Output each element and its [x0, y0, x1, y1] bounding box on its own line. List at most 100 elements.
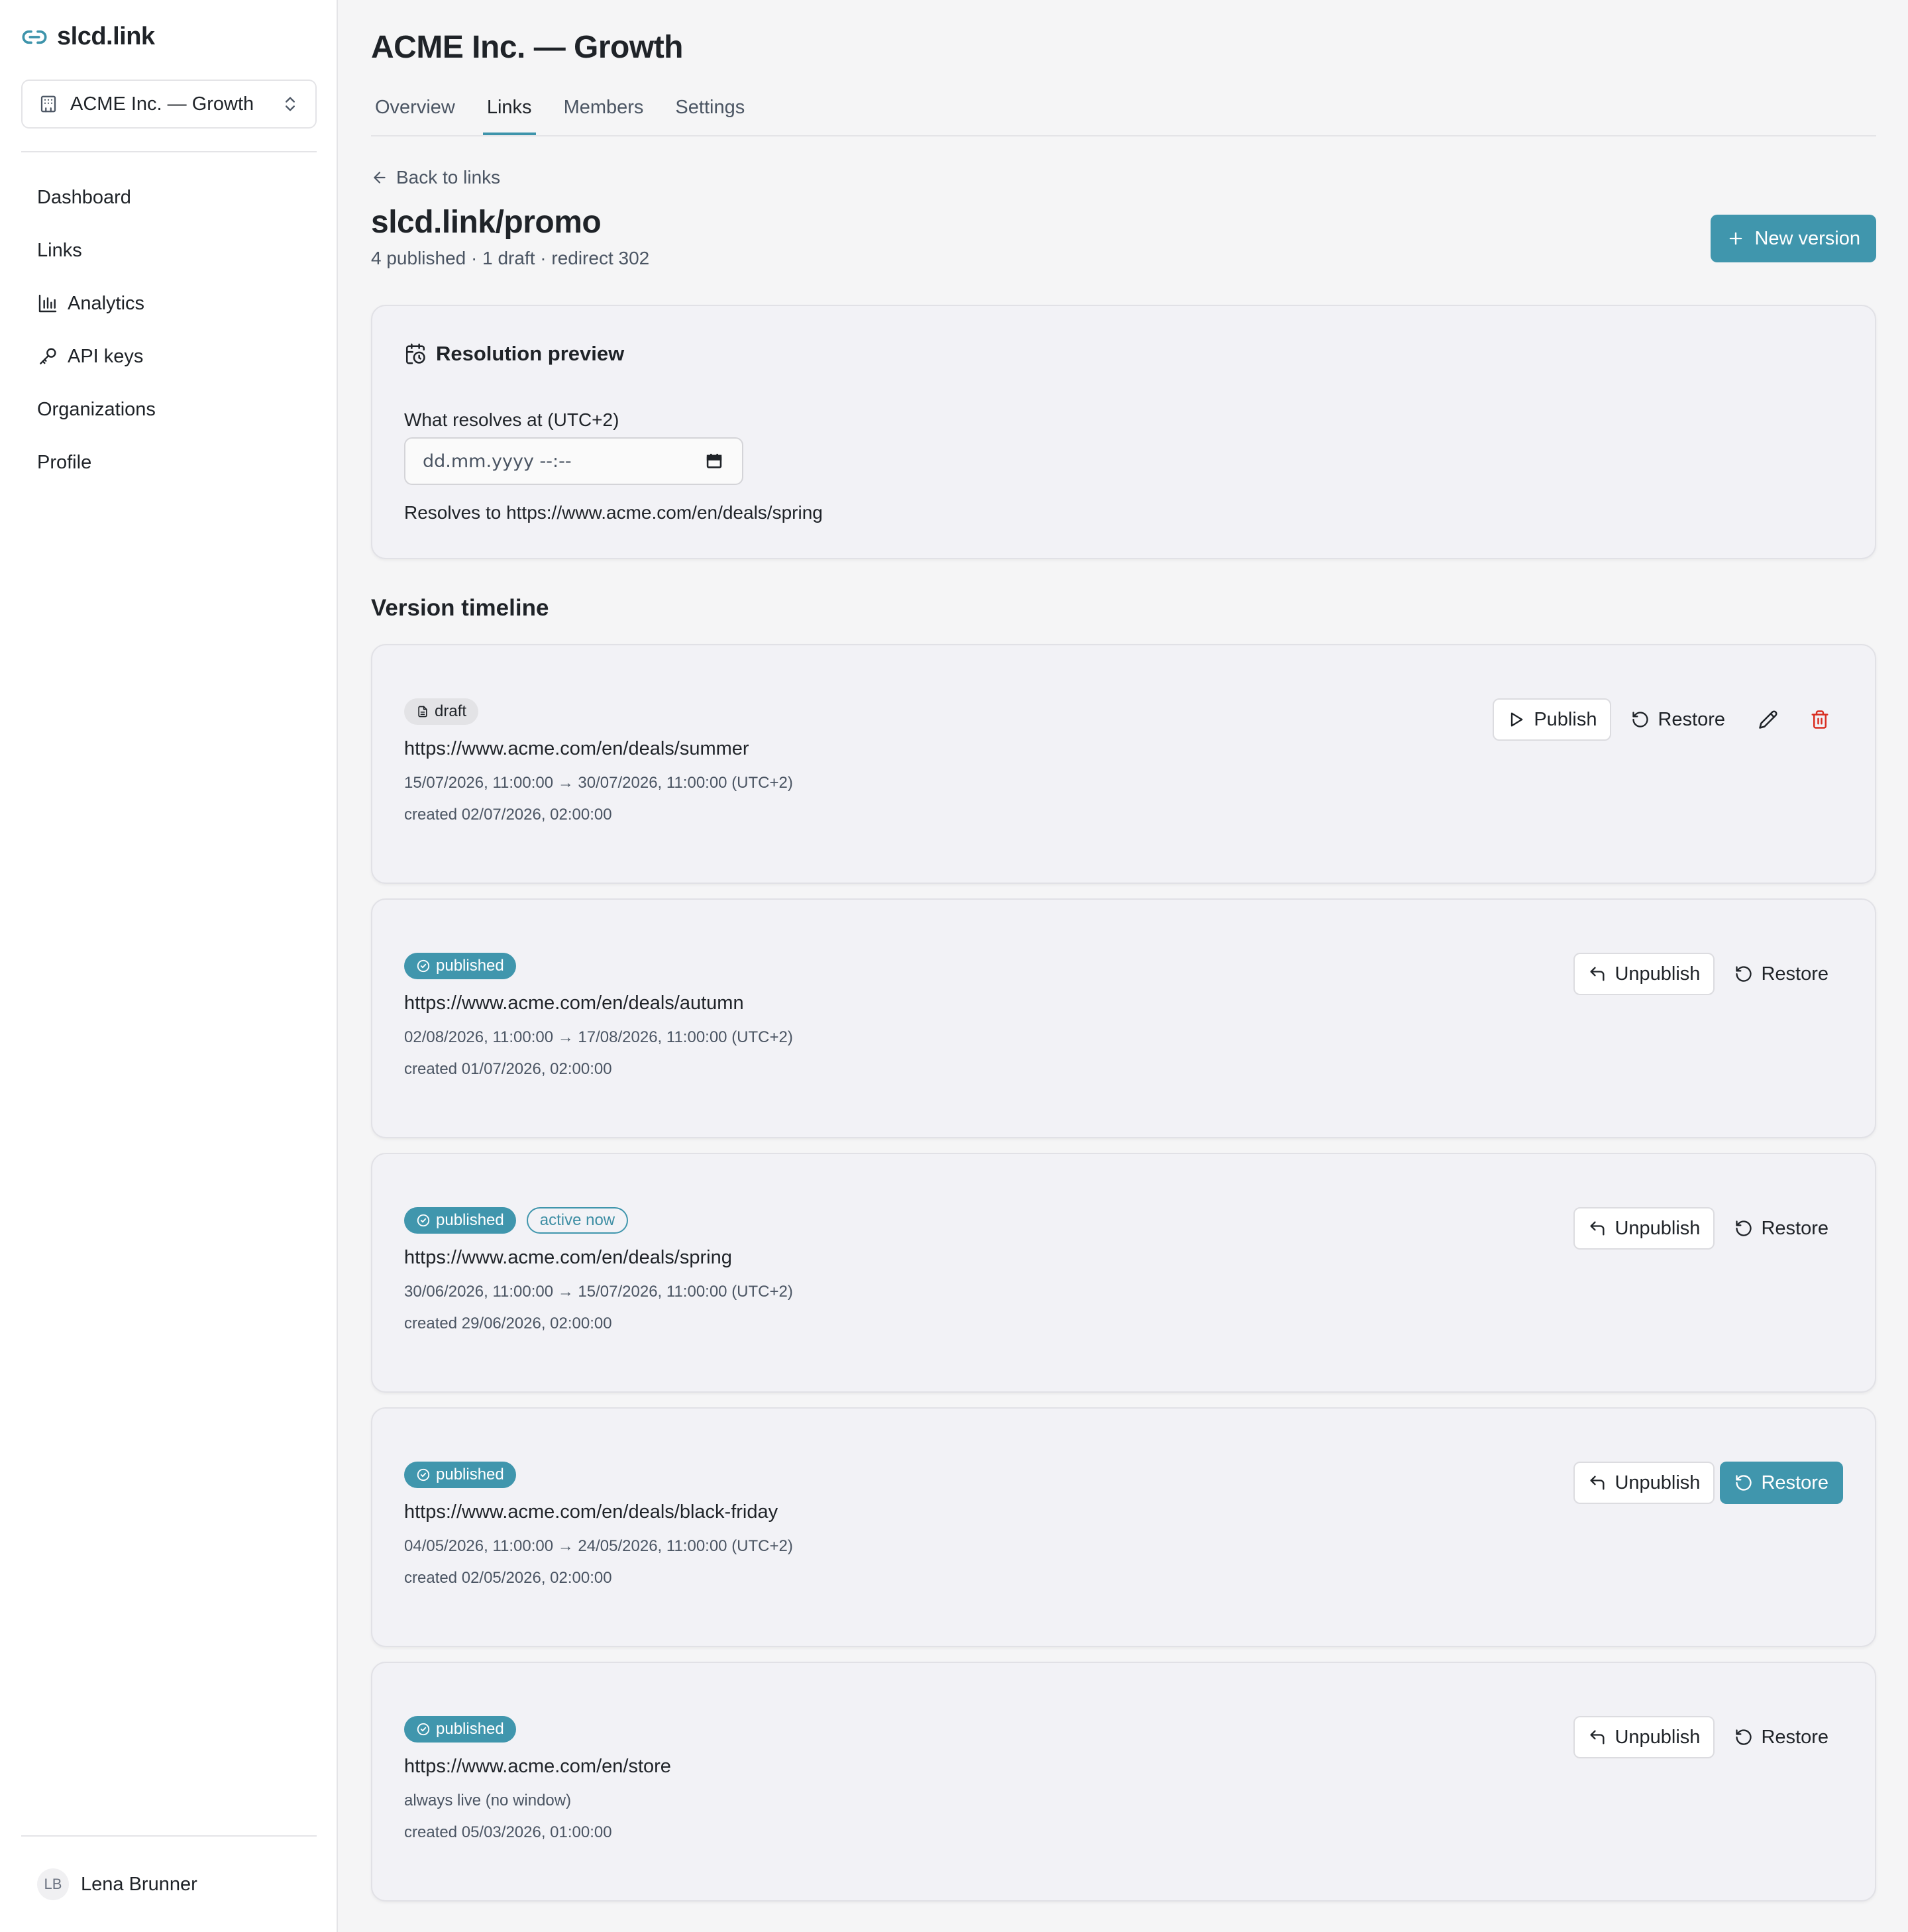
user-menu[interactable]: LB Lena Brunner	[37, 1868, 197, 1900]
version-window: always live (no window)	[404, 1792, 572, 1809]
avatar: LB	[37, 1868, 69, 1900]
tab-settings[interactable]: Settings	[671, 93, 749, 130]
version-timeline-title: Version timeline	[371, 595, 549, 621]
resolves-to-text: Resolves to https://www.acme.com/en/deal…	[404, 502, 823, 523]
restore-button[interactable]: Restore	[1720, 953, 1843, 995]
arrow-left-icon	[374, 172, 386, 184]
rotate-ccw-icon	[1736, 966, 1752, 982]
calendar-icon[interactable]	[705, 452, 723, 470]
rotate-ccw-icon	[1736, 1220, 1752, 1236]
undo-icon	[1590, 1730, 1605, 1744]
sidebar-item-dashboard[interactable]: Dashboard	[21, 171, 317, 224]
sidebar-item-profile[interactable]: Profile	[21, 436, 317, 489]
sidebar-item-label: Dashboard	[37, 186, 131, 208]
new-version-button[interactable]: New version	[1711, 215, 1876, 262]
sidebar-item-organizations[interactable]: Organizations	[21, 383, 317, 436]
back-to-links-link[interactable]: Back to links	[371, 167, 500, 188]
resolves-url: https://www.acme.com/en/deals/spring	[506, 502, 823, 523]
version-created: created 01/07/2026, 02:00:00	[404, 1060, 612, 1078]
trash-icon	[1811, 710, 1828, 729]
version-url: https://www.acme.com/en/deals/summer	[404, 738, 749, 759]
tab-members[interactable]: Members	[560, 93, 648, 130]
version-card: published https://www.acme.com/en/store …	[371, 1662, 1876, 1902]
restore-button[interactable]: Restore	[1616, 698, 1740, 741]
version-window: 02/08/2026, 11:00:00 → 17/08/2026, 11:00…	[404, 1028, 793, 1046]
sidebar-footer-divider	[21, 1835, 317, 1837]
unpublish-button[interactable]: Unpublish	[1573, 1207, 1715, 1250]
sidebar: slcd.link ACME Inc. — Growth Dashboard L…	[0, 0, 338, 1932]
status-badge: published	[404, 1207, 516, 1234]
version-url: https://www.acme.com/en/store	[404, 1756, 671, 1777]
link-meta: 4 published · 1 draft · redirect 302	[371, 248, 650, 268]
version-url: https://www.acme.com/en/deals/black-frid…	[404, 1501, 778, 1523]
version-url: https://www.acme.com/en/deals/spring	[404, 1247, 732, 1268]
new-version-label: New version	[1754, 227, 1860, 249]
link-title: slcd.link/promo	[371, 205, 602, 240]
unpublish-button[interactable]: Unpublish	[1573, 1716, 1715, 1758]
resolution-preview-card: Resolution preview What resolves at (UTC…	[371, 305, 1876, 559]
app-root: slcd.link ACME Inc. — Growth Dashboard L…	[0, 0, 1908, 1932]
calendar-clock-icon	[405, 343, 425, 364]
version-card: published https://www.acme.com/en/deals/…	[371, 898, 1876, 1138]
sidebar-item-label: Profile	[37, 451, 92, 473]
status-badge: draft	[404, 698, 479, 725]
sidebar-item-label: Organizations	[37, 398, 156, 420]
restore-button[interactable]: Restore	[1720, 1716, 1843, 1758]
version-card: published https://www.acme.com/en/deals/…	[371, 1407, 1876, 1647]
status-badge: published	[404, 1462, 516, 1488]
sidebar-item-links[interactable]: Links	[21, 224, 317, 277]
version-card: published active now https://www.acme.co…	[371, 1153, 1876, 1393]
undo-icon	[1590, 1476, 1605, 1490]
building-icon	[40, 95, 56, 113]
resolve-time-label: What resolves at (UTC+2)	[404, 409, 619, 430]
version-badges: published active now	[404, 1207, 629, 1234]
publish-button[interactable]: Publish	[1493, 698, 1612, 741]
file-icon	[418, 706, 427, 718]
key-icon	[40, 348, 56, 364]
brand[interactable]: slcd.link	[21, 23, 155, 51]
active-now-badge: active now	[526, 1207, 629, 1234]
version-window: 15/07/2026, 11:00:00 → 30/07/2026, 11:00…	[404, 774, 793, 792]
edit-button[interactable]	[1745, 698, 1791, 741]
sidebar-item-analytics[interactable]: Analytics	[21, 277, 317, 330]
sidebar-divider	[21, 151, 317, 152]
sidebar-item-label: Links	[37, 239, 82, 261]
sidebar-item-label: Analytics	[68, 292, 145, 314]
check-circle-icon	[417, 1723, 430, 1736]
tab-links[interactable]: Links	[482, 93, 536, 135]
check-circle-icon	[417, 959, 430, 973]
tab-bar: Overview Links Members Settings	[371, 93, 1876, 136]
back-link-label: Back to links	[396, 167, 501, 188]
unpublish-button[interactable]: Unpublish	[1573, 953, 1715, 995]
version-window: 30/06/2026, 11:00:00 → 15/07/2026, 11:00…	[404, 1283, 793, 1301]
version-actions: Publish Restore	[1493, 698, 1843, 741]
version-actions: Unpublish Restore	[1573, 1716, 1843, 1758]
tab-overview[interactable]: Overview	[371, 93, 459, 130]
restore-button[interactable]: Restore	[1720, 1207, 1843, 1250]
check-circle-icon	[417, 1214, 430, 1227]
bar-chart-icon	[38, 294, 57, 313]
resolve-time-placeholder: dd.mm.yyyy --:--	[423, 451, 572, 472]
chevrons-up-down-icon	[286, 97, 295, 111]
resolve-time-input[interactable]: dd.mm.yyyy --:--	[404, 437, 743, 485]
version-badges: published	[404, 1462, 516, 1488]
preview-title: Resolution preview	[436, 342, 625, 365]
rotate-ccw-icon	[1736, 1475, 1752, 1491]
undo-icon	[1590, 1221, 1605, 1236]
sidebar-item-api-keys[interactable]: API keys	[21, 330, 317, 383]
preview-header: Resolution preview	[404, 342, 624, 366]
pencil-icon	[1759, 710, 1777, 729]
resolves-prefix: Resolves to	[404, 502, 502, 523]
brand-name: slcd.link	[57, 23, 155, 50]
version-created: created 02/05/2026, 02:00:00	[404, 1569, 612, 1587]
link-icon	[22, 30, 47, 44]
unpublish-button[interactable]: Unpublish	[1573, 1462, 1715, 1504]
org-switcher[interactable]: ACME Inc. — Growth	[21, 80, 317, 129]
version-actions: Unpublish Restore	[1573, 953, 1843, 995]
sidebar-nav: Dashboard Links Analytics API keys Organ…	[21, 171, 317, 489]
restore-button[interactable]: Restore	[1720, 1462, 1843, 1504]
version-badges: published	[404, 1716, 516, 1743]
delete-button[interactable]	[1797, 698, 1843, 741]
version-created: created 02/07/2026, 02:00:00	[404, 806, 612, 824]
version-created: created 29/06/2026, 02:00:00	[404, 1315, 612, 1332]
